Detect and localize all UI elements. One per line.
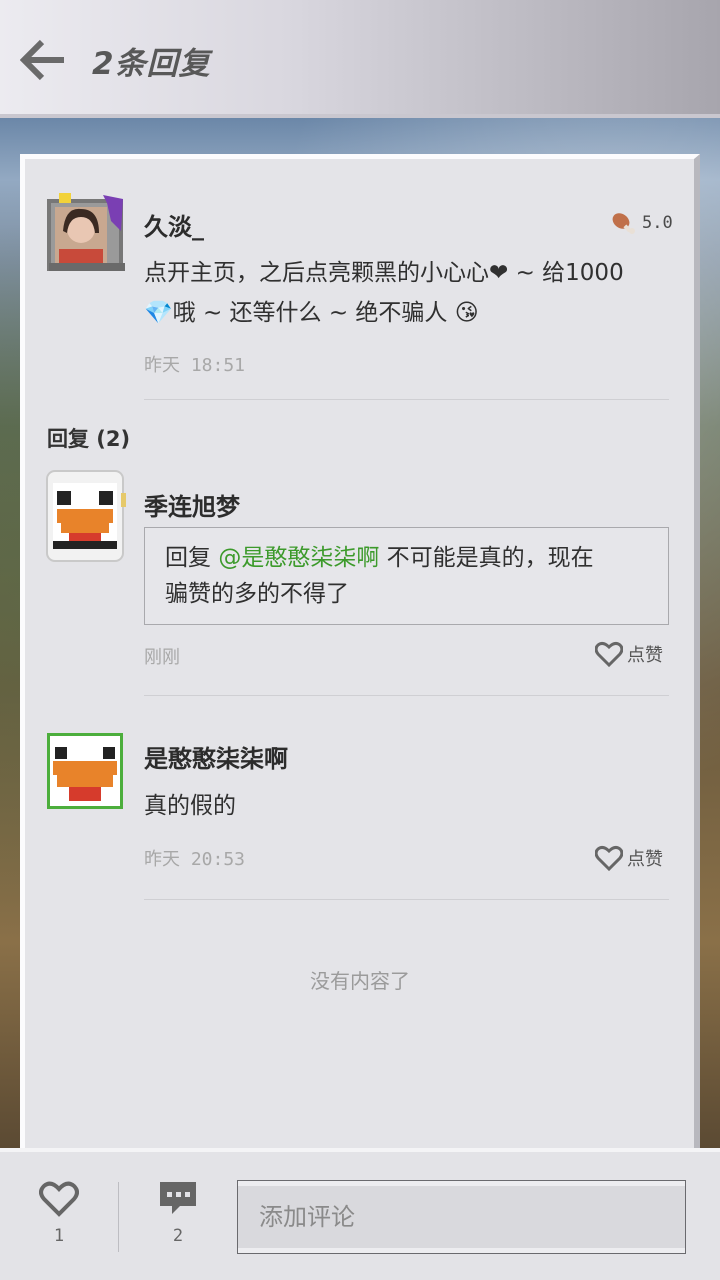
quoted-reply: 回复 @是憨憨柒柒啊 不可能是真的，现在 骗赞的多的不得了 — [144, 527, 669, 625]
like-count: 1 — [53, 1226, 65, 1246]
reply-text: 骗赞的多的不得了 — [165, 581, 349, 607]
avatar[interactable] — [45, 469, 127, 562]
framed-avatar-icon — [47, 193, 125, 271]
comment-text-line: 点开主页，之后点亮颗黑的小心心❤ ~ 给1000 — [144, 260, 624, 286]
chicken-skin-avatar-icon — [46, 732, 124, 810]
end-of-list-text: 没有内容了 — [310, 969, 410, 993]
reply-author[interactable]: 季连旭梦 — [144, 487, 240, 522]
like-button[interactable]: 点赞 — [595, 641, 663, 667]
comment-time: 昨天 18:51 — [144, 355, 246, 376]
replies-header: 回复 (2) — [47, 427, 131, 451]
like-post-button[interactable]: 1 — [19, 1180, 99, 1246]
comment-text-line: 💎哦 ~ 还等什么 ~ 绝不骗人 😘 — [144, 300, 479, 326]
avatar[interactable] — [46, 732, 124, 810]
divider — [144, 399, 669, 400]
mention-link[interactable]: @是憨憨柒柒啊 — [218, 545, 379, 571]
arrow-left-icon — [19, 39, 64, 81]
phone-skin-avatar-icon — [46, 470, 126, 562]
comment-text: 点开主页，之后点亮颗黑的小心心❤ ~ 给1000 💎哦 ~ 还等什么 ~ 绝不骗… — [144, 253, 684, 333]
divider — [118, 1182, 119, 1252]
reply-prefix: 回复 — [165, 545, 219, 571]
bottom-bar: 1 2 — [0, 1148, 720, 1280]
heart-icon — [39, 1181, 79, 1217]
comment-count: 2 — [172, 1226, 184, 1246]
like-label: 点赞 — [627, 849, 663, 870]
avatar[interactable] — [45, 191, 127, 273]
back-button[interactable] — [19, 38, 68, 82]
heart-icon — [595, 641, 623, 667]
comment-card: 久淡_ 5.0 点开主页，之后点亮颗黑的小心心❤ ~ 给1000 💎哦 ~ 还等… — [20, 154, 700, 1148]
reply-author[interactable]: 是憨憨柒柒啊 — [144, 739, 288, 774]
heart-icon — [595, 845, 623, 871]
comment-count-button[interactable]: 2 — [138, 1180, 218, 1246]
page-title: 2条回复 — [92, 46, 211, 82]
drumstick-icon — [612, 213, 635, 234]
rating: 5.0 — [610, 211, 673, 235]
reply-time: 昨天 20:53 — [144, 849, 246, 870]
speech-bubble-icon — [160, 1182, 196, 1214]
rating-value: 5.0 — [642, 213, 673, 233]
header-bar: 2条回复 — [0, 0, 720, 118]
reply-text: 真的假的 — [144, 793, 236, 819]
divider — [144, 695, 669, 696]
reply-text: 不可能是真的，现在 — [379, 545, 594, 571]
divider — [144, 899, 669, 900]
like-label: 点赞 — [627, 645, 663, 666]
comment-input[interactable] — [237, 1180, 686, 1254]
reply-time: 刚刚 — [144, 647, 180, 668]
comment-author[interactable]: 久淡_ — [144, 207, 204, 242]
like-button[interactable]: 点赞 — [595, 845, 663, 871]
